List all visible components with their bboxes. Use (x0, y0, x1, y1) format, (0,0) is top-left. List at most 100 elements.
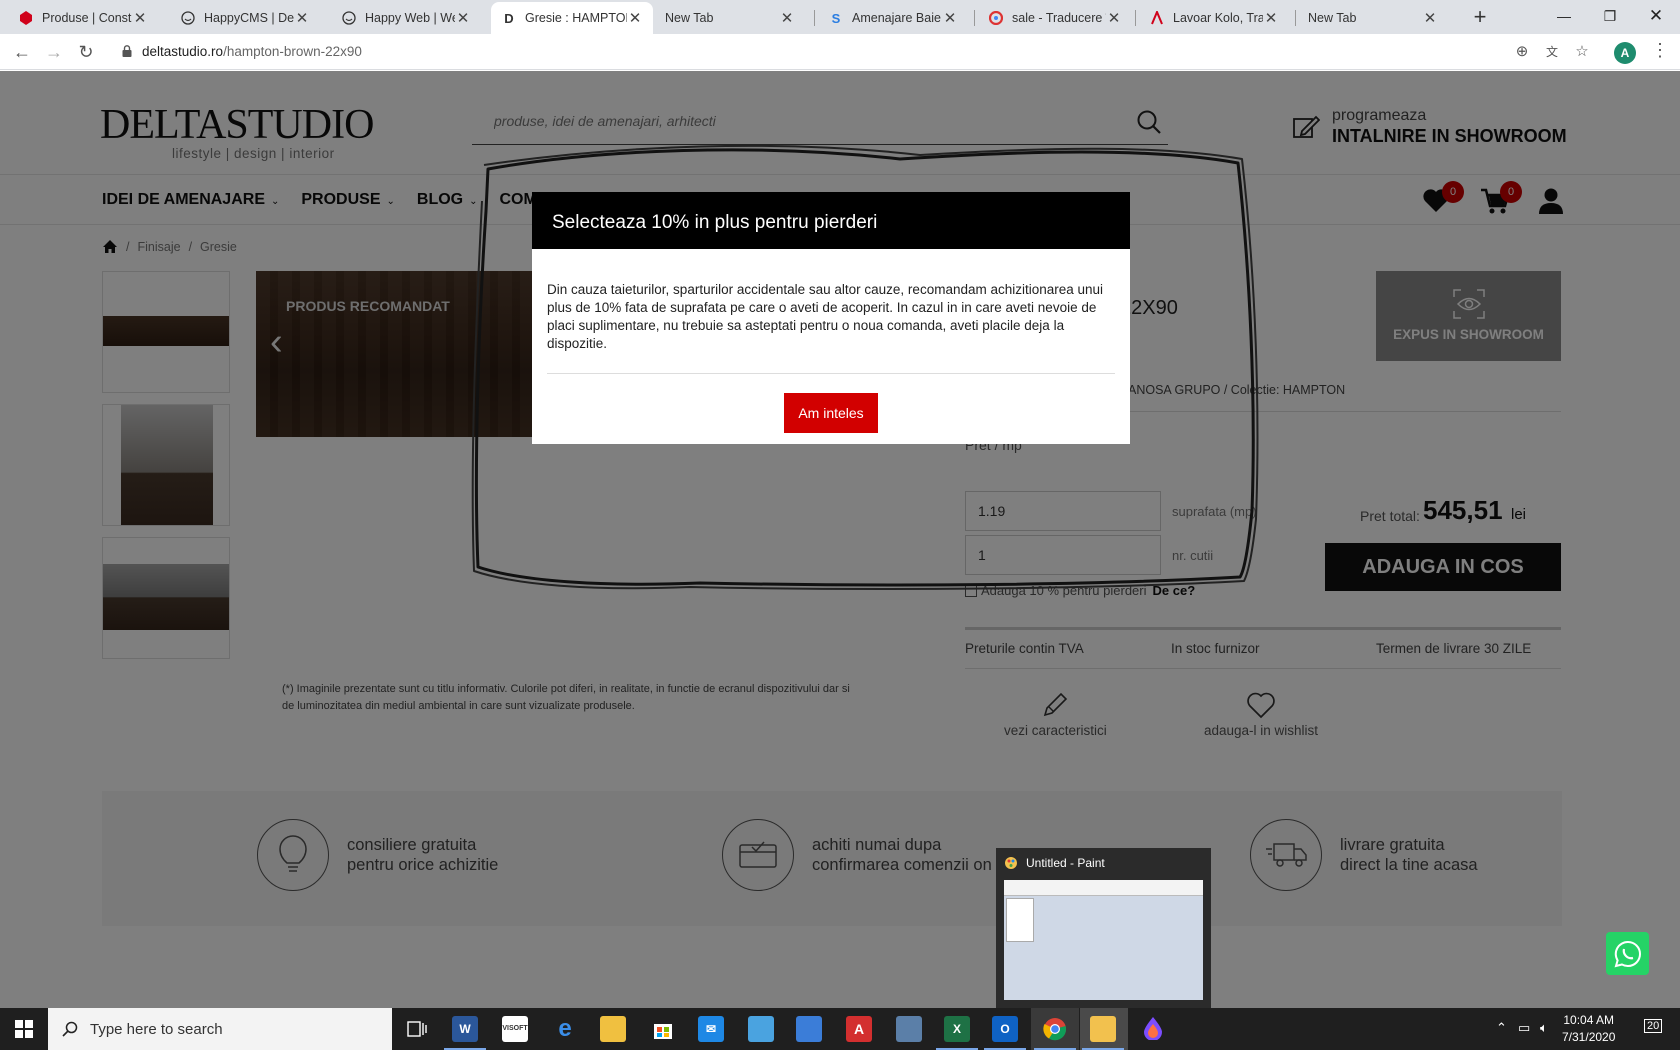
system-clock[interactable]: 10:04 AM 7/31/2020 (1562, 1012, 1615, 1046)
volume-icon[interactable]: 🔈︎ (1540, 1020, 1548, 1036)
tab-happycms[interactable]: HappyCMS | Dezv ✕ (170, 2, 320, 34)
tab-happyweb[interactable]: Happy Web | Web ✕ (331, 2, 481, 34)
new-tab-plus-icon[interactable]: + (1468, 4, 1492, 30)
close-window-icon[interactable]: ✕ (1633, 0, 1679, 32)
remote-app-icon[interactable] (796, 1016, 822, 1042)
tab-title: New Tab (1308, 11, 1357, 25)
outlook-app-icon[interactable]: O (984, 1016, 1026, 1050)
tab-lavoar-kolo[interactable]: Lavoar Kolo, Traffic ✕ (1139, 2, 1289, 34)
tab-separator (1295, 10, 1296, 26)
tab-new-tab[interactable]: New Tab ✕ (655, 2, 805, 34)
close-tab-icon[interactable]: ✕ (627, 9, 643, 27)
paint-app-icon (1005, 857, 1017, 869)
notifications-icon[interactable]: 20 (1644, 1019, 1663, 1033)
store-app-icon[interactable] (650, 1016, 676, 1042)
close-tab-icon[interactable]: ✕ (1263, 9, 1279, 27)
tab-title: sale - Traducere în (1012, 11, 1106, 25)
install-app-icon[interactable]: ⊕ (1512, 42, 1532, 62)
mail-app-icon[interactable]: ✉ (698, 1016, 724, 1042)
acrobat-app-icon[interactable]: A (846, 1016, 872, 1042)
tab-title: Lavoar Kolo, Traffic (1173, 11, 1263, 25)
photos-app-icon[interactable] (748, 1016, 774, 1042)
minimize-icon[interactable]: — (1541, 0, 1587, 32)
divider (547, 373, 1115, 374)
windows-taskbar: Type here to search W VISOFT e ✉ A X O ⌃… (0, 1008, 1680, 1050)
address-bar: ← → ↻ deltastudio.ro/hampton-brown-22x90… (0, 34, 1680, 70)
tab-title: Gresie : HAMPTON (525, 11, 627, 25)
close-tab-icon[interactable]: ✕ (294, 9, 310, 27)
red-k-favicon-icon (1149, 10, 1165, 26)
tab-separator (1135, 10, 1136, 26)
search-icon (62, 1021, 78, 1037)
paint-window-preview[interactable]: Untitled - Paint (996, 848, 1211, 1008)
network-icon[interactable]: ▭ (1518, 1020, 1530, 1036)
show-hidden-icons-chevron-icon[interactable]: ⌃ (1496, 1020, 1507, 1036)
tab-title: HappyCMS | Dezv (204, 11, 294, 25)
tab-produse[interactable]: Produse | Constan ✕ (8, 2, 158, 34)
url-domain: deltastudio.ro (142, 44, 224, 59)
paint3d-app-icon[interactable] (1140, 1016, 1166, 1042)
lock-icon (122, 45, 132, 57)
visio-app-icon[interactable]: VISOFT (502, 1016, 528, 1042)
s-favicon-icon: S (831, 10, 841, 26)
paint-app-icon[interactable] (1082, 1016, 1124, 1050)
close-tab-icon[interactable]: ✕ (132, 9, 148, 27)
close-tab-icon[interactable]: ✕ (779, 9, 795, 27)
taskbar-search[interactable]: Type here to search (48, 1008, 392, 1050)
google-favicon-icon (988, 10, 1004, 26)
chrome-app-icon[interactable] (1034, 1016, 1076, 1050)
tab-gresie-hampton[interactable]: D Gresie : HAMPTON ✕ (491, 2, 653, 34)
file-explorer-icon[interactable] (600, 1016, 626, 1042)
edge-app-icon[interactable]: e (552, 1016, 578, 1042)
tab-title: Amenajare Baie | S (852, 11, 942, 25)
tab-separator (814, 10, 815, 26)
close-tab-icon[interactable]: ✕ (942, 9, 958, 27)
url-text: deltastudio.ro/hampton-brown-22x90 (142, 44, 362, 59)
modal-body-text: Din cauza taieturilor, sparturilor accid… (547, 282, 1104, 351)
web-page: DELTASTUDIO lifestyle | design | interio… (0, 71, 1680, 1008)
deltastudio-favicon-icon: D (504, 10, 514, 26)
notification-count: 20 (1644, 1019, 1663, 1033)
am-inteles-button[interactable]: Am inteles (784, 393, 878, 433)
paint-canvas (1006, 898, 1034, 942)
paint-ribbon (1004, 880, 1203, 896)
clock-time: 10:04 AM (1563, 1013, 1615, 1027)
tab-new-tab-2[interactable]: New Tab ✕ (1298, 2, 1448, 34)
profile-avatar[interactable]: A (1614, 42, 1636, 64)
clock-date: 7/31/2020 (1562, 1030, 1616, 1044)
translate-icon[interactable]: 文 (1542, 42, 1562, 62)
close-tab-icon[interactable]: ✕ (1422, 9, 1438, 27)
tab-amenajare-baie[interactable]: S Amenajare Baie | S ✕ (818, 2, 968, 34)
task-view-icon[interactable] (404, 1016, 430, 1042)
close-tab-icon[interactable]: ✕ (455, 9, 471, 27)
url-omnibox[interactable]: deltastudio.ro/hampton-brown-22x90 ⊕ 文 ☆ (112, 38, 1589, 66)
browser-menu-icon[interactable]: ⋮ (1650, 40, 1670, 61)
tab-separator (974, 10, 975, 26)
network-app-icon[interactable] (896, 1016, 922, 1042)
reload-icon[interactable]: ↻ (74, 40, 98, 64)
back-arrow-icon[interactable]: ← (10, 40, 34, 64)
tab-traducere[interactable]: sale - Traducere în ✕ (978, 2, 1132, 34)
happy-face-favicon-icon (180, 10, 196, 26)
loss-info-modal: Selecteaza 10% in plus pentru pierderi D… (532, 192, 1130, 444)
browser-tab-bar: Produse | Constan ✕ HappyCMS | Dezv ✕ Ha… (0, 0, 1680, 34)
paint-preview-image (1004, 880, 1203, 1000)
tab-title: Happy Web | Web (365, 11, 455, 25)
bookmark-star-icon[interactable]: ☆ (1572, 42, 1592, 62)
restore-icon[interactable]: ❐ (1587, 0, 1633, 32)
url-path: /hampton-brown-22x90 (223, 44, 362, 59)
word-app-icon[interactable]: W (444, 1016, 486, 1050)
happy-face-favicon-icon (341, 10, 357, 26)
whatsapp-icon (1614, 940, 1641, 967)
windows-start-icon[interactable] (0, 1008, 48, 1050)
modal-title: Selecteaza 10% in plus pentru pierderi (532, 192, 1130, 249)
taskbar-search-placeholder: Type here to search (90, 1020, 223, 1038)
tab-title: Produse | Constan (42, 11, 132, 25)
paint-preview-title: Untitled - Paint (1026, 856, 1105, 870)
close-tab-icon[interactable]: ✕ (1106, 9, 1122, 27)
whatsapp-button[interactable] (1606, 932, 1649, 975)
red-hex-favicon-icon (18, 10, 34, 26)
forward-arrow-icon[interactable]: → (42, 40, 66, 64)
excel-app-icon[interactable]: X (936, 1016, 978, 1050)
tab-title: New Tab (665, 11, 714, 25)
